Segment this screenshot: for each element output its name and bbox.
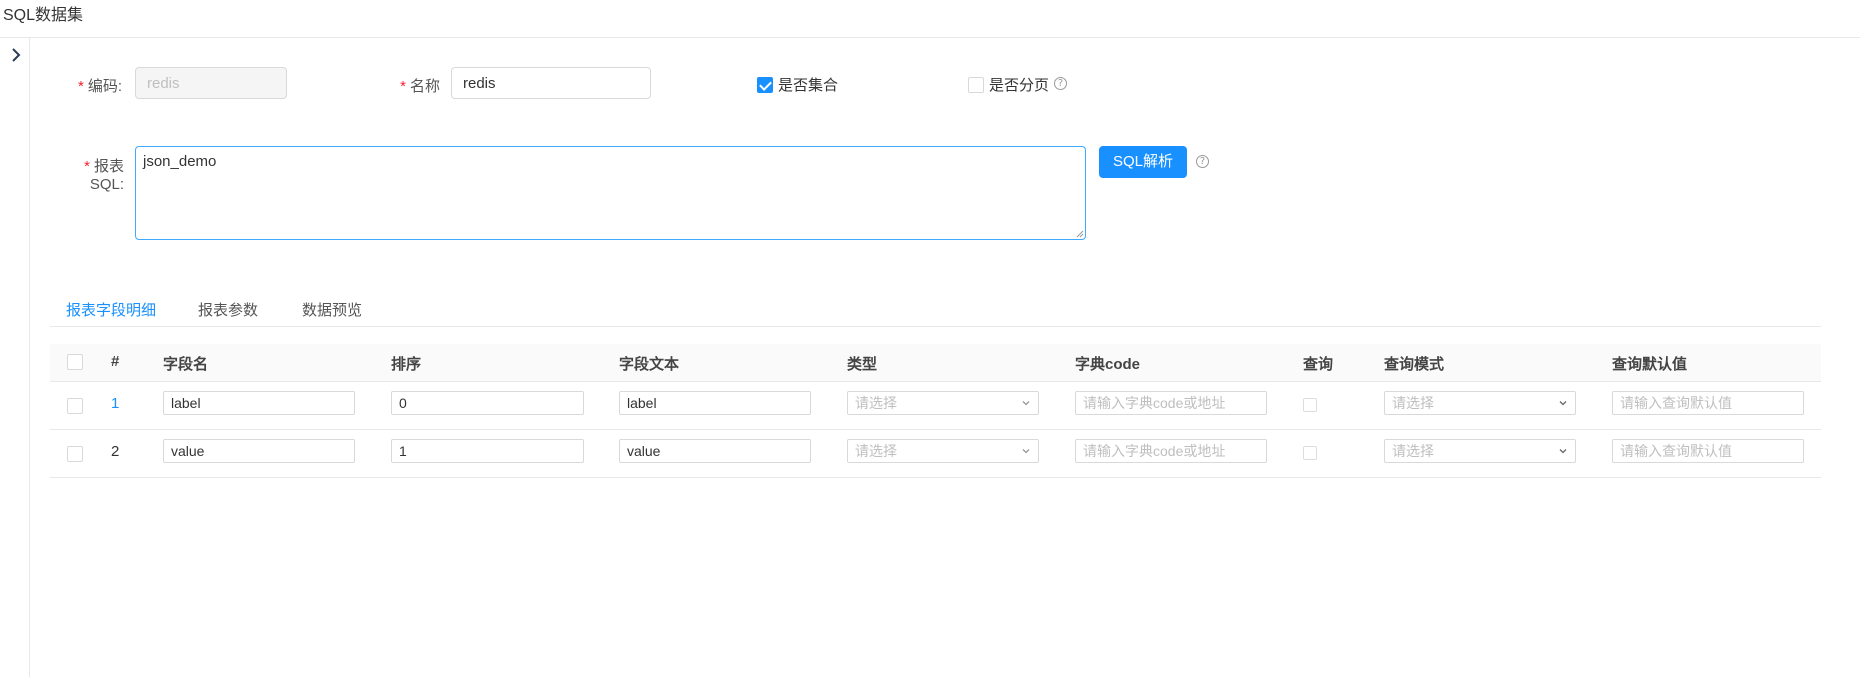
is-paged-checkbox[interactable]: 是否分页 [968,74,1049,95]
query-default-input[interactable]: 请输入查询默认值 [1612,439,1804,463]
side-collapse-strip [0,38,30,677]
sql-textarea[interactable] [135,146,1086,240]
query-mode-select[interactable]: 请选择 [1384,439,1576,463]
field-name-input[interactable]: value [163,439,355,463]
col-field-text: 字段文本 [619,356,680,373]
sql-parse-button[interactable]: SQL解析 [1099,146,1187,178]
tab-data-preview[interactable]: 数据预览 [302,299,362,320]
table-row: 2 value 1 value 请选择 请输入字典code或地址 请选择 请输入… [50,430,1821,478]
col-type: 类型 [847,356,878,373]
sql-label: * 报表SQL: [84,158,124,193]
query-checkbox[interactable] [1303,446,1317,460]
col-query-mode: 查询模式 [1384,356,1445,373]
resize-grip-icon[interactable] [1076,230,1084,238]
type-select[interactable]: 请选择 [847,439,1039,463]
col-field-name: 字段名 [163,356,209,373]
help-icon[interactable]: ? [1196,155,1209,168]
field-text-input[interactable]: value [619,439,811,463]
dict-code-input[interactable]: 请输入字典code或地址 [1075,439,1267,463]
help-icon[interactable]: ? [1054,77,1067,90]
dict-code-input[interactable]: 请输入字典code或地址 [1075,391,1267,415]
chevron-down-icon [1022,449,1030,454]
row-checkbox[interactable] [67,446,83,462]
order-input[interactable]: 1 [391,439,584,463]
required-asterisk: * [77,78,84,95]
field-name-input[interactable]: label [163,391,355,415]
row-number: 1 [111,395,120,412]
row-number: 2 [111,443,120,460]
table-header: # 字段名 排序 字段文本 类型 字典code 查询 查询模式 查询默认值 [50,344,1821,382]
checkbox-checked-icon [757,76,773,93]
detail-tabs: 报表字段明细 报表参数 数据预览 [50,292,1821,327]
page-header: SQL数据集 [0,0,1860,38]
col-query: 查询 [1303,356,1334,373]
col-order: 排序 [391,356,422,373]
chevron-down-icon [1022,401,1030,406]
name-input[interactable] [451,67,651,99]
select-all-checkbox[interactable] [67,354,83,370]
row-checkbox[interactable] [67,398,83,414]
is-collection-checkbox[interactable]: 是否集合 [757,74,838,95]
code-input[interactable] [135,67,287,99]
col-index: # [111,353,120,370]
name-label: * 名称 [400,78,440,95]
table-row: 1 label 0 label 请选择 请输入字典code或地址 请选择 请输入… [50,382,1821,430]
field-table: # 字段名 排序 字段文本 类型 字典code 查询 查询模式 查询默认值 1 … [50,344,1821,478]
type-select[interactable]: 请选择 [847,391,1039,415]
col-query-default: 查询默认值 [1612,356,1688,373]
field-text-input[interactable]: label [619,391,811,415]
required-asterisk: * [84,158,90,175]
tab-field-details[interactable]: 报表字段明细 [66,299,156,320]
required-asterisk: * [400,78,406,95]
col-dict-code: 字典code [1075,356,1141,373]
checkbox-unchecked-icon [968,76,984,93]
query-default-input[interactable]: 请输入查询默认值 [1612,391,1804,415]
chevron-down-icon [1559,449,1567,454]
query-mode-select[interactable]: 请选择 [1384,391,1576,415]
order-input[interactable]: 0 [391,391,584,415]
chevron-down-icon [1559,401,1567,406]
page-title: SQL数据集 [3,7,84,24]
tab-report-params[interactable]: 报表参数 [198,299,258,320]
code-label: * 编码: [77,78,122,95]
query-checkbox[interactable] [1303,398,1317,412]
chevron-right-icon[interactable] [7,46,25,64]
